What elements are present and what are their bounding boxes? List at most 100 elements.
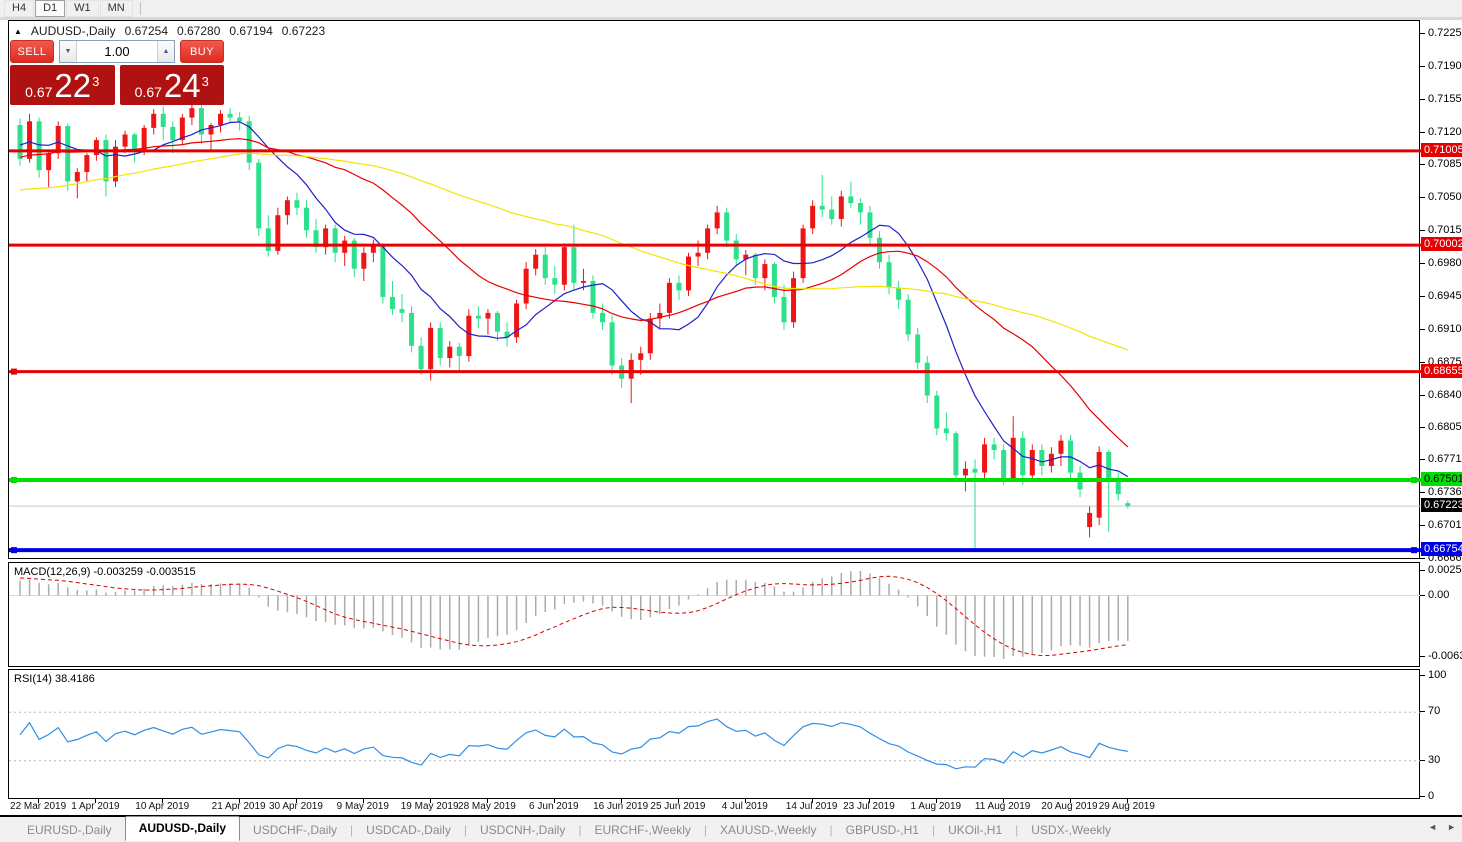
timeframe-toolbar: H4D1W1MN (0, 0, 1462, 20)
chevron-up-icon: ▲ (163, 48, 170, 55)
price-tick-label: 0.68400 (1428, 389, 1462, 401)
tab-gbpusd-h1[interactable]: GBPUSD-,H1 (833, 820, 932, 840)
price-tick-label: 0.69100 (1428, 323, 1462, 335)
tab-xauusd-weekly[interactable]: XAUUSD-,Weekly (707, 820, 829, 840)
date-tick-label: 1 Apr 2019 (71, 801, 119, 812)
macd-tick-label: 0.002574 (1428, 564, 1462, 576)
rsi-tick-label: 100 (1428, 669, 1446, 681)
price-tick-label: 0.72250 (1428, 27, 1462, 39)
timeframe-button-d1[interactable]: D1 (35, 0, 65, 17)
sell-button[interactable]: SELL (10, 40, 54, 63)
price-tick-label: 0.71200 (1428, 126, 1462, 138)
rsi-tick-mark (1420, 675, 1425, 676)
price-tick-label: 0.71550 (1428, 93, 1462, 105)
hline-handle-left[interactable] (11, 477, 17, 483)
price-tick-label: 0.69450 (1428, 290, 1462, 302)
rsi-tick-label: 70 (1428, 705, 1440, 717)
sell-price-panel[interactable]: 0.67 22 3 (10, 65, 115, 105)
rsi-tick-mark (1420, 711, 1425, 712)
ohlc-low: 0.67194 (229, 24, 272, 38)
ohlc-close: 0.67223 (282, 24, 325, 38)
price-tick-mark (1420, 296, 1425, 297)
macd-label: MACD(12,26,9) -0.003259 -0.003515 (14, 566, 196, 578)
price-tick-label: 0.70500 (1428, 191, 1462, 203)
date-tick-label: 6 Jun 2019 (529, 801, 579, 812)
timeframe-button-mn[interactable]: MN (100, 0, 133, 17)
buy-button[interactable]: BUY (180, 40, 224, 63)
sell-price-pip: 3 (92, 75, 99, 88)
ohlc-high: 0.67280 (177, 24, 220, 38)
chevron-down-icon: ▼ (65, 48, 72, 55)
hline-price-chip: 0.71005 (1421, 143, 1462, 157)
tab-usdchf-daily[interactable]: USDCHF-,Daily (240, 820, 350, 840)
hline-handle-right[interactable] (1411, 477, 1417, 483)
hline-price-chip: 0.66754 (1421, 542, 1462, 556)
hline-handle-left[interactable] (11, 369, 17, 375)
date-tick-label: 19 May 2019 (401, 801, 459, 812)
tab-audusd-daily[interactable]: AUDUSD-,Daily (125, 816, 240, 841)
date-tick-label: 9 May 2019 (337, 801, 389, 812)
mt4-chart-window: H4D1W1MN ▲ AUDUSD-,Daily 0.67254 0.67280… (0, 0, 1462, 842)
tab-scroll-left-icon[interactable]: ◄ (1428, 822, 1437, 832)
price-tick-mark (1420, 492, 1425, 493)
hline-price-chip: 0.70002 (1421, 237, 1462, 251)
price-tick-label: 0.67710 (1428, 453, 1462, 465)
hline-handle-right[interactable] (1411, 547, 1417, 553)
chart-tab-bar: EURUSD-,DailyAUDUSD-,DailyUSDCHF-,Daily|… (0, 817, 1462, 842)
date-tick-label: 16 Jun 2019 (593, 801, 648, 812)
buy-price-panel[interactable]: 0.67 24 3 (120, 65, 225, 105)
macd-panel[interactable] (8, 562, 1420, 667)
date-tick-label: 28 May 2019 (458, 801, 516, 812)
tab-eurusd-daily[interactable]: EURUSD-,Daily (14, 820, 125, 840)
price-tick-mark (1420, 33, 1425, 34)
price-tick-mark (1420, 263, 1425, 264)
volume-decrease-button[interactable]: ▼ (60, 41, 77, 62)
price-tick-mark (1420, 459, 1425, 460)
price-tick-mark (1420, 197, 1425, 198)
timeframe-button-h4[interactable]: H4 (4, 0, 34, 17)
tab-ukoil-h1[interactable]: UKOil-,H1 (935, 820, 1015, 840)
rsi-panel[interactable] (8, 669, 1420, 799)
macd-canvas[interactable] (9, 563, 1421, 668)
tab-usdcnh-daily[interactable]: USDCNH-,Daily (467, 820, 578, 840)
price-tick-label: 0.69800 (1428, 257, 1462, 269)
date-tick-label: 14 Jul 2019 (786, 801, 838, 812)
date-tick-label: 29 Aug 2019 (1099, 801, 1155, 812)
buy-price-big: 24 (164, 69, 201, 102)
macd-tick-mark (1420, 595, 1425, 596)
date-tick-label: 1 Aug 2019 (910, 801, 961, 812)
rsi-tick-mark (1420, 796, 1425, 797)
hline-handle-left[interactable] (11, 547, 17, 553)
tab-usdx-weekly[interactable]: USDX-,Weekly (1018, 820, 1124, 840)
macd-tick-mark (1420, 570, 1425, 571)
tab-eurchf-weekly[interactable]: EURCHF-,Weekly (581, 820, 703, 840)
price-tick-mark (1420, 66, 1425, 67)
price-tick-mark (1420, 558, 1425, 559)
volume-increase-button[interactable]: ▲ (157, 41, 174, 62)
hline-price-chip: 0.67501 (1421, 472, 1462, 486)
date-tick-label: 4 Jul 2019 (722, 801, 768, 812)
price-tick-label: 0.70850 (1428, 158, 1462, 170)
date-tick-label: 22 Mar 2019 (10, 801, 66, 812)
timeframe-button-w1[interactable]: W1 (66, 0, 99, 17)
rsi-canvas[interactable] (9, 670, 1421, 800)
macd-histogram (20, 571, 1128, 659)
collapse-icon[interactable]: ▲ (14, 27, 22, 36)
price-tick-mark (1420, 164, 1425, 165)
price-tick-label: 0.71900 (1428, 60, 1462, 72)
price-tick-mark (1420, 427, 1425, 428)
rsi-tick-mark (1420, 760, 1425, 761)
toolbar-separator (140, 2, 141, 15)
date-tick-label: 11 Aug 2019 (975, 801, 1030, 812)
current-price-chip: 0.67223 (1421, 498, 1462, 512)
tab-scroll-right-icon[interactable]: ► (1447, 822, 1456, 832)
tab-usdcad-daily[interactable]: USDCAD-,Daily (353, 820, 464, 840)
price-tick-label: 0.67360 (1428, 486, 1462, 498)
buy-price-pip: 3 (202, 75, 209, 88)
date-tick-label: 30 Apr 2019 (269, 801, 323, 812)
rsi-tick-label: 30 (1428, 754, 1440, 766)
volume-input[interactable]: 1.00 (77, 41, 157, 62)
price-tick-mark (1420, 230, 1425, 231)
date-tick-label: 20 Aug 2019 (1041, 801, 1097, 812)
moving-average-25 (20, 139, 1128, 447)
